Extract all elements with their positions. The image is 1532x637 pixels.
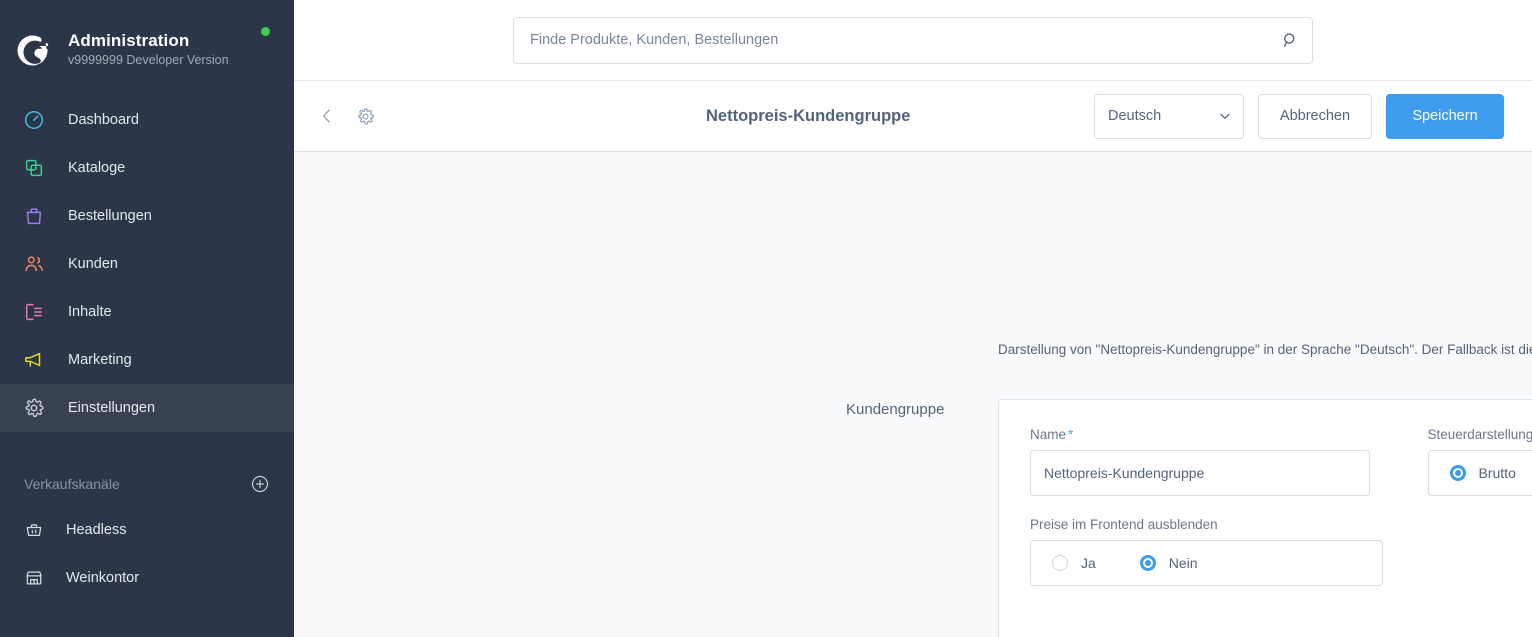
- brand-title: Administration: [68, 31, 190, 50]
- customers-people-icon: [20, 250, 48, 278]
- customer-group-card: Name* Steuerdarstellung Brutto: [998, 399, 1532, 637]
- radio-label: Nein: [1168, 555, 1198, 571]
- content-list-icon: [20, 298, 48, 326]
- sidebar-item-label: Kataloge: [68, 159, 126, 176]
- chevron-left-icon[interactable]: [314, 103, 340, 129]
- sidebar-item-bestellungen[interactable]: Bestellungen: [0, 192, 294, 240]
- hide-prices-label: Preise im Frontend ausblenden: [1030, 517, 1218, 532]
- radio-ja-indicator[interactable]: [1052, 555, 1068, 571]
- sidebar-item-kataloge[interactable]: Kataloge: [0, 144, 294, 192]
- sidebar-channel-weinkontor[interactable]: Weinkontor: [0, 554, 294, 602]
- main-area: Nettopreis-Kundengruppe Deutsch English …: [294, 0, 1532, 637]
- top-search-bar: [294, 0, 1532, 80]
- sales-channels-header: Verkaufskanäle: [0, 462, 294, 506]
- language-select-wrapper: Deutsch English: [1094, 93, 1244, 139]
- form-row-1: Name* Steuerdarstellung Brutto: [1030, 427, 1532, 496]
- gear-icon[interactable]: [352, 103, 378, 129]
- radio-option-nein[interactable]: Nein: [1139, 555, 1198, 571]
- toolbar-left-actions: [314, 103, 706, 129]
- cancel-button[interactable]: Abbrechen: [1258, 93, 1372, 139]
- sidebar-item-dashboard[interactable]: Dashboard: [0, 96, 294, 144]
- form-row-2: Preise im Frontend ausblenden Ja Nein: [1030, 517, 1532, 586]
- storefront-icon: [22, 566, 46, 590]
- radio-label: Brutto: [1478, 465, 1516, 481]
- marketing-megaphone-icon: [20, 346, 48, 374]
- sidebar-channel-label: Headless: [66, 521, 127, 538]
- hide-prices-radio-group: Ja Nein: [1030, 540, 1383, 586]
- section-label-kundengruppe: Kundengruppe: [846, 401, 945, 418]
- tax-display-field-group: Steuerdarstellung Brutto Netto: [1427, 427, 1532, 496]
- name-field-group: Name *: [1030, 427, 1370, 496]
- main-navigation: Dashboard Kataloge Bestellungen Kunden I…: [0, 96, 294, 432]
- search-input[interactable]: [513, 16, 1313, 64]
- status-dot-icon: [261, 27, 270, 36]
- catalog-copy-icon: [20, 154, 48, 182]
- page-toolbar: Nettopreis-Kundengruppe Deutsch English …: [294, 80, 1532, 152]
- sidebar: Administration v9999999 Developer Versio…: [0, 0, 294, 637]
- sidebar-item-marketing[interactable]: Marketing: [0, 336, 294, 384]
- radio-nein-indicator[interactable]: [1139, 555, 1156, 571]
- sales-channels-title: Verkaufskanäle: [24, 476, 120, 492]
- required-asterisk: *: [1068, 427, 1074, 442]
- search-icon[interactable]: [1281, 31, 1299, 49]
- plus-circle-icon[interactable]: [250, 474, 270, 494]
- sidebar-item-label: Marketing: [68, 351, 132, 368]
- shopware-logo-icon: [14, 30, 54, 70]
- basket-icon: [22, 518, 46, 542]
- page-title: Nettopreis-Kundengruppe: [706, 106, 911, 125]
- orders-bag-icon: [20, 202, 48, 230]
- translation-notice: Darstellung von "Nettopreis-Kundengruppe…: [998, 342, 1532, 357]
- radio-option-ja[interactable]: Ja: [1052, 555, 1096, 571]
- hide-prices-field-group: Preise im Frontend ausblenden Ja Nein: [1030, 517, 1383, 586]
- sidebar-item-label: Kunden: [68, 255, 118, 272]
- save-button[interactable]: Speichern: [1386, 93, 1504, 139]
- sidebar-item-label: Einstellungen: [68, 399, 156, 416]
- brand-header[interactable]: Administration v9999999 Developer Versio…: [0, 0, 294, 82]
- sidebar-channel-label: Weinkontor: [66, 569, 140, 586]
- card-body: Name* Steuerdarstellung Brutto: [999, 400, 1532, 586]
- radio-label: Ja: [1081, 555, 1096, 571]
- name-label-text: Name: [1030, 427, 1067, 442]
- dashboard-gauge-icon: [20, 106, 48, 134]
- sidebar-item-inhalte[interactable]: Inhalte: [0, 288, 294, 336]
- sidebar-item-einstellungen[interactable]: Einstellungen: [0, 384, 294, 432]
- radio-option-brutto[interactable]: Brutto: [1449, 465, 1516, 481]
- page-content: Darstellung von "Nettopreis-Kundengruppe…: [294, 152, 1532, 637]
- sidebar-item-label: Inhalte: [68, 303, 112, 320]
- settings-gear-icon: [20, 394, 48, 422]
- tax-display-radio-group: Brutto Netto: [1427, 450, 1532, 496]
- name-label: Name *: [1030, 427, 1370, 442]
- language-select[interactable]: Deutsch English: [1094, 93, 1244, 139]
- notice-text-before: Darstellung von "Nettopreis-Kundengruppe…: [998, 342, 1532, 357]
- brand-version: v9999999 Developer Version: [68, 53, 229, 67]
- search-wrapper: [513, 16, 1313, 64]
- sidebar-channel-headless[interactable]: Headless: [0, 506, 294, 554]
- radio-brutto-indicator[interactable]: [1449, 465, 1466, 481]
- sidebar-item-kunden[interactable]: Kunden: [0, 240, 294, 288]
- app-root: Administration v9999999 Developer Versio…: [0, 0, 1532, 637]
- sidebar-item-label: Bestellungen: [68, 207, 152, 224]
- tax-display-label: Steuerdarstellung: [1427, 427, 1532, 442]
- sidebar-item-label: Dashboard: [68, 111, 139, 128]
- toolbar-right-actions: Deutsch English Abbrechen Speichern: [1094, 93, 1504, 139]
- name-input[interactable]: [1030, 450, 1370, 496]
